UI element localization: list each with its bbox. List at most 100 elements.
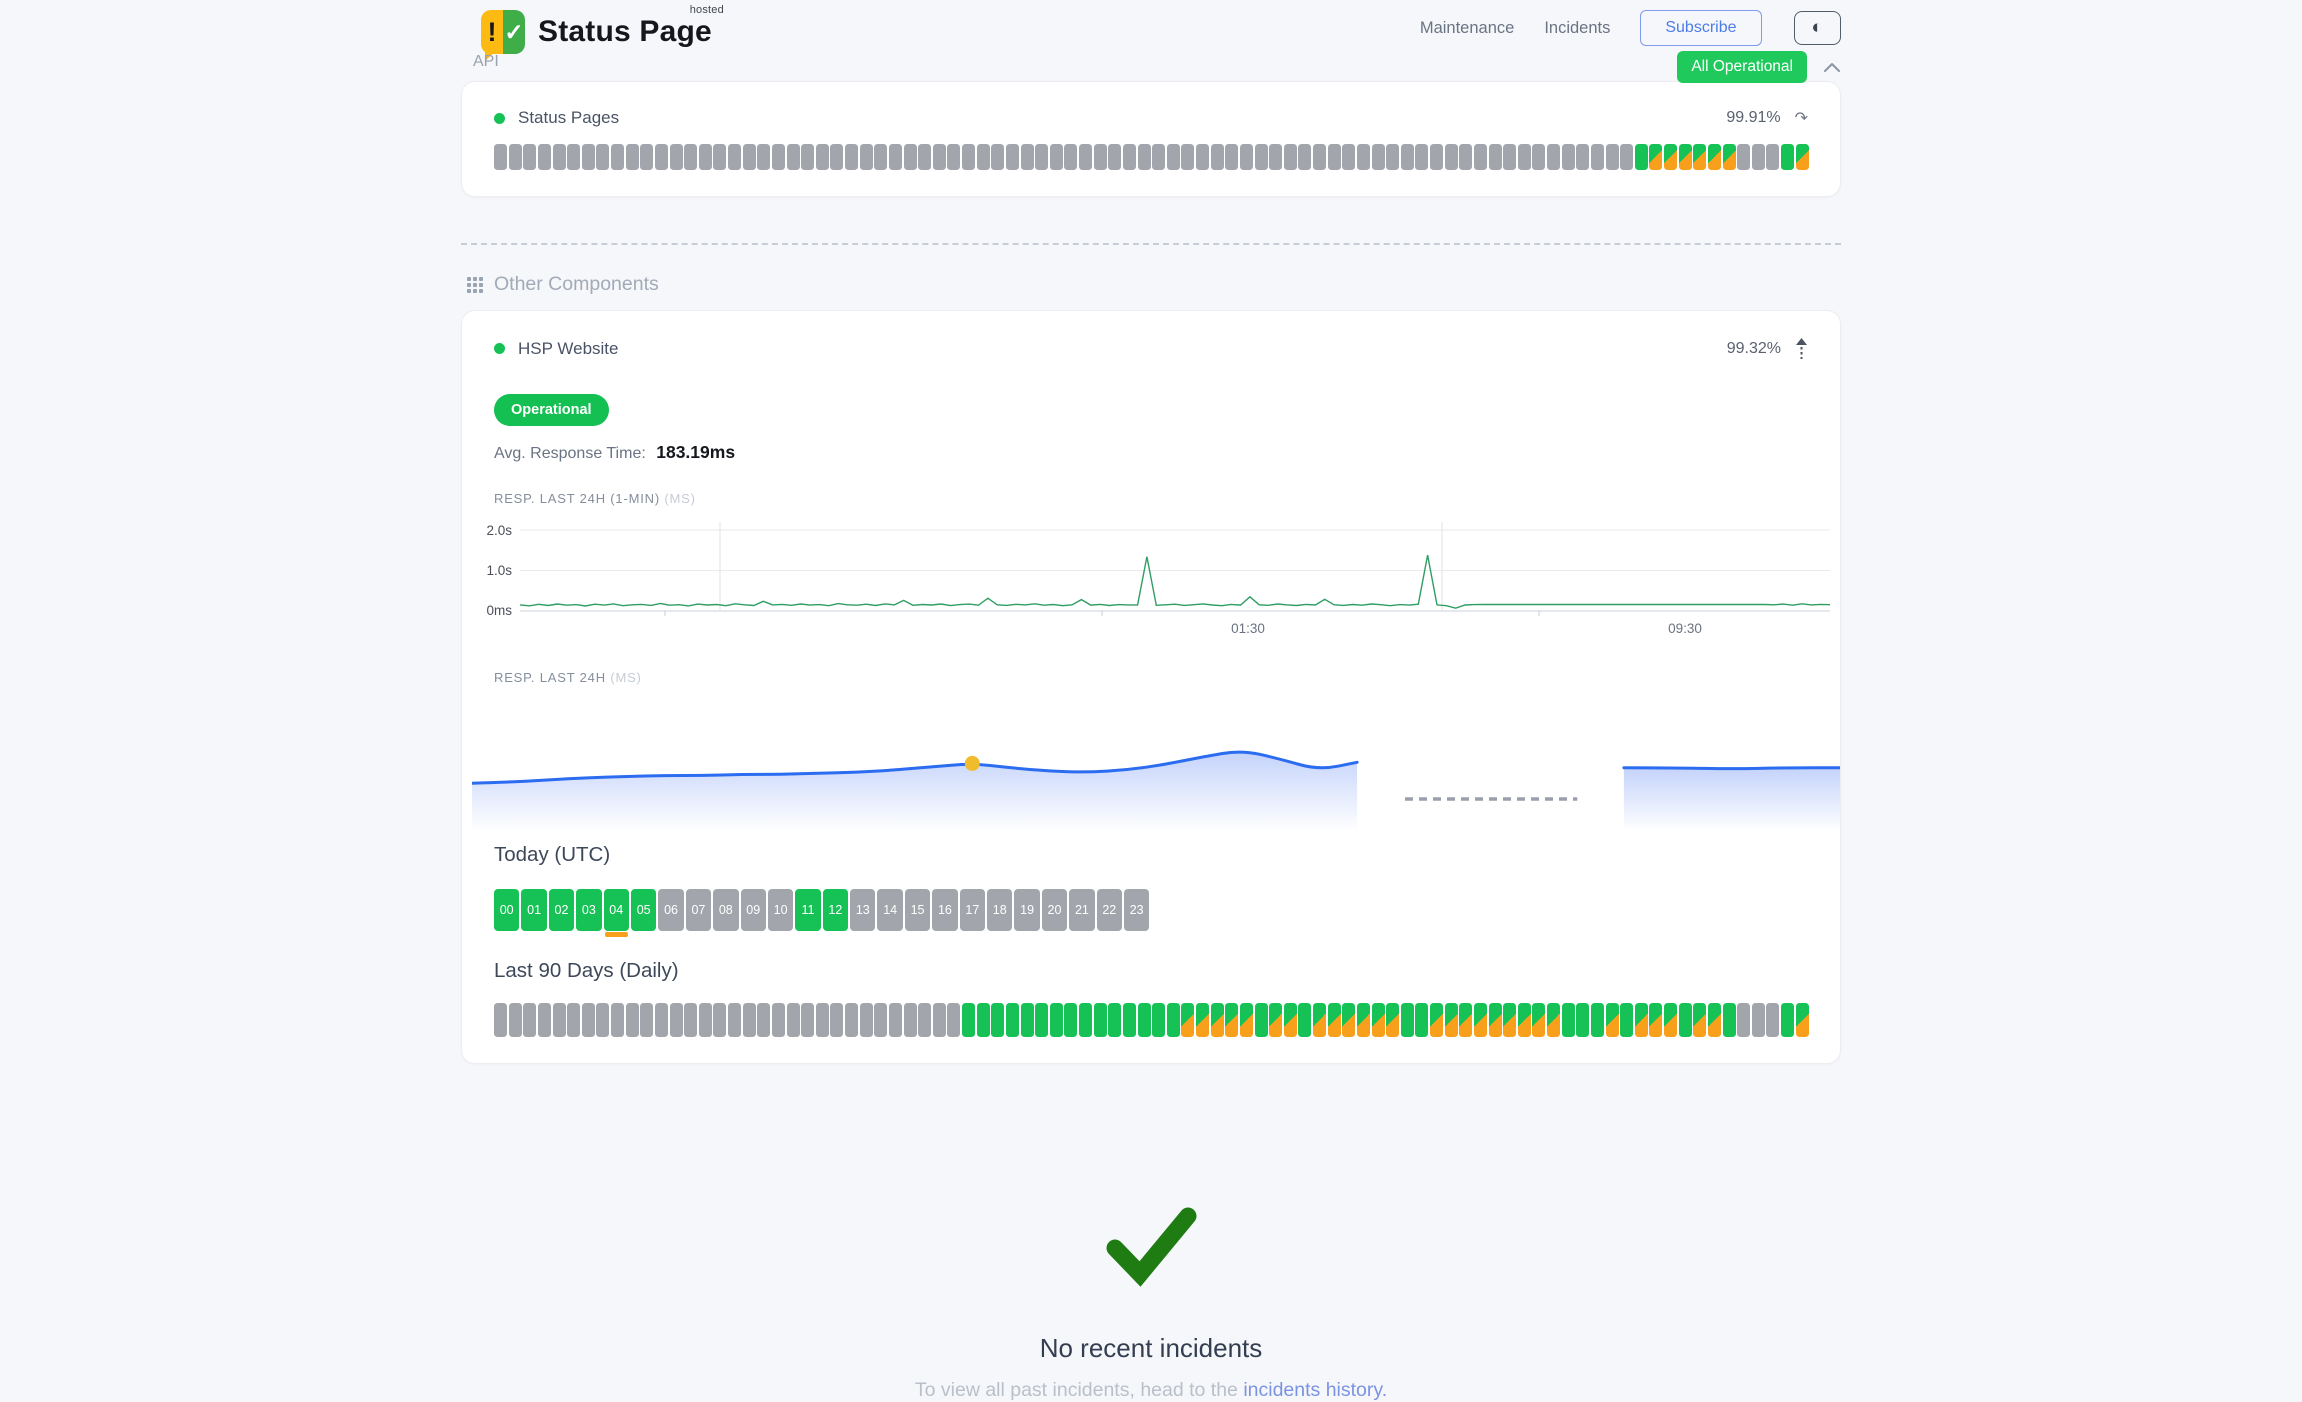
day-block[interactable] <box>1342 1003 1355 1037</box>
nav-maintenance[interactable]: Maintenance <box>1420 19 1514 38</box>
uptime-bar[interactable] <box>1079 144 1092 170</box>
day-block[interactable] <box>509 1003 522 1037</box>
day-block[interactable] <box>684 1003 697 1037</box>
day-block[interactable] <box>1679 1003 1692 1037</box>
uptime-bar[interactable] <box>962 144 975 170</box>
uptime-bar[interactable] <box>1693 144 1706 170</box>
day-block[interactable] <box>757 1003 770 1037</box>
collapse-up-arrow-icon[interactable] <box>1795 337 1808 360</box>
day-block[interactable] <box>1255 1003 1268 1037</box>
uptime-bar[interactable] <box>1181 144 1194 170</box>
day-block[interactable] <box>1240 1003 1253 1037</box>
hour-block-18[interactable]: 18 <box>987 889 1012 931</box>
uptime-bar[interactable] <box>596 144 609 170</box>
day-block[interactable] <box>1269 1003 1282 1037</box>
hour-block-03[interactable]: 03 <box>576 889 601 931</box>
day-block[interactable] <box>1576 1003 1589 1037</box>
day-block[interactable] <box>1591 1003 1604 1037</box>
hour-block-14[interactable]: 14 <box>877 889 902 931</box>
hour-block-13[interactable]: 13 <box>850 889 875 931</box>
day-block[interactable] <box>1079 1003 1092 1037</box>
uptime-bar[interactable] <box>1342 144 1355 170</box>
uptime-bar[interactable] <box>1357 144 1370 170</box>
day-block[interactable] <box>728 1003 741 1037</box>
day-block[interactable] <box>874 1003 887 1037</box>
uptime-bar[interactable] <box>1606 144 1619 170</box>
day-block[interactable] <box>1781 1003 1794 1037</box>
day-block[interactable] <box>991 1003 1004 1037</box>
uptime-bar[interactable] <box>582 144 595 170</box>
uptime-bar[interactable] <box>1591 144 1604 170</box>
uptime-bar[interactable] <box>523 144 536 170</box>
uptime-bar[interactable] <box>933 144 946 170</box>
uptime-bar[interactable] <box>1196 144 1209 170</box>
day-block[interactable] <box>1196 1003 1209 1037</box>
uptime-bar[interactable] <box>1313 144 1326 170</box>
uptime-bar[interactable] <box>611 144 624 170</box>
uptime-bar[interactable] <box>830 144 843 170</box>
uptime-bar[interactable] <box>1123 144 1136 170</box>
day-block[interactable] <box>1298 1003 1311 1037</box>
day-block[interactable] <box>538 1003 551 1037</box>
day-block[interactable] <box>1430 1003 1443 1037</box>
uptime-bar[interactable] <box>1050 144 1063 170</box>
uptime-bar[interactable] <box>1723 144 1736 170</box>
day-block[interactable] <box>1357 1003 1370 1037</box>
day-block[interactable] <box>830 1003 843 1037</box>
day-block[interactable] <box>816 1003 829 1037</box>
day-block[interactable] <box>1313 1003 1326 1037</box>
uptime-bar[interactable] <box>1459 144 1472 170</box>
uptime-bar[interactable] <box>991 144 1004 170</box>
hour-block-09[interactable]: 09 <box>741 889 766 931</box>
uptime-bar[interactable] <box>801 144 814 170</box>
theme-toggle-button[interactable]: ◐ <box>1794 11 1841 46</box>
uptime-bar[interactable] <box>1138 144 1151 170</box>
day-block[interactable] <box>1123 1003 1136 1037</box>
day-block[interactable] <box>1518 1003 1531 1037</box>
day-block[interactable] <box>1386 1003 1399 1037</box>
day-block[interactable] <box>523 1003 536 1037</box>
uptime-bar[interactable] <box>699 144 712 170</box>
day-block[interactable] <box>713 1003 726 1037</box>
uptime-bar[interactable] <box>1679 144 1692 170</box>
uptime-bar[interactable] <box>816 144 829 170</box>
uptime-bar[interactable] <box>772 144 785 170</box>
day-block[interactable] <box>1752 1003 1765 1037</box>
refresh-icon[interactable]: ↷ <box>1795 108 1808 128</box>
uptime-bar[interactable] <box>918 144 931 170</box>
subscribe-button[interactable]: Subscribe <box>1640 10 1761 46</box>
uptime-bar[interactable] <box>728 144 741 170</box>
day-block[interactable] <box>655 1003 668 1037</box>
day-block[interactable] <box>1693 1003 1706 1037</box>
day-block[interactable] <box>1664 1003 1677 1037</box>
uptime-bar[interactable] <box>1415 144 1428 170</box>
uptime-bar[interactable] <box>1635 144 1648 170</box>
day-block[interactable] <box>918 1003 931 1037</box>
uptime-bar[interactable] <box>626 144 639 170</box>
day-block[interactable] <box>567 1003 580 1037</box>
day-block[interactable] <box>772 1003 785 1037</box>
uptime-bar[interactable] <box>1620 144 1633 170</box>
day-block[interactable] <box>1635 1003 1648 1037</box>
day-block[interactable] <box>1620 1003 1633 1037</box>
nav-incidents[interactable]: Incidents <box>1544 19 1610 38</box>
hour-block-21[interactable]: 21 <box>1069 889 1094 931</box>
uptime-bar[interactable] <box>1576 144 1589 170</box>
hour-block-17[interactable]: 17 <box>960 889 985 931</box>
hour-block-00[interactable]: 00 <box>494 889 519 931</box>
uptime-bar[interactable] <box>1298 144 1311 170</box>
day-block[interactable] <box>933 1003 946 1037</box>
day-block[interactable] <box>845 1003 858 1037</box>
uptime-bar[interactable] <box>1386 144 1399 170</box>
uptime-bar[interactable] <box>1430 144 1443 170</box>
hour-block-02[interactable]: 02 <box>549 889 574 931</box>
uptime-bar[interactable] <box>889 144 902 170</box>
day-block[interactable] <box>1225 1003 1238 1037</box>
uptime-bar[interactable] <box>947 144 960 170</box>
day-block[interactable] <box>553 1003 566 1037</box>
day-block[interactable] <box>1547 1003 1560 1037</box>
uptime-bar[interactable] <box>757 144 770 170</box>
hour-block-11[interactable]: 11 <box>795 889 820 931</box>
day-block[interactable] <box>1415 1003 1428 1037</box>
uptime-bar[interactable] <box>1064 144 1077 170</box>
